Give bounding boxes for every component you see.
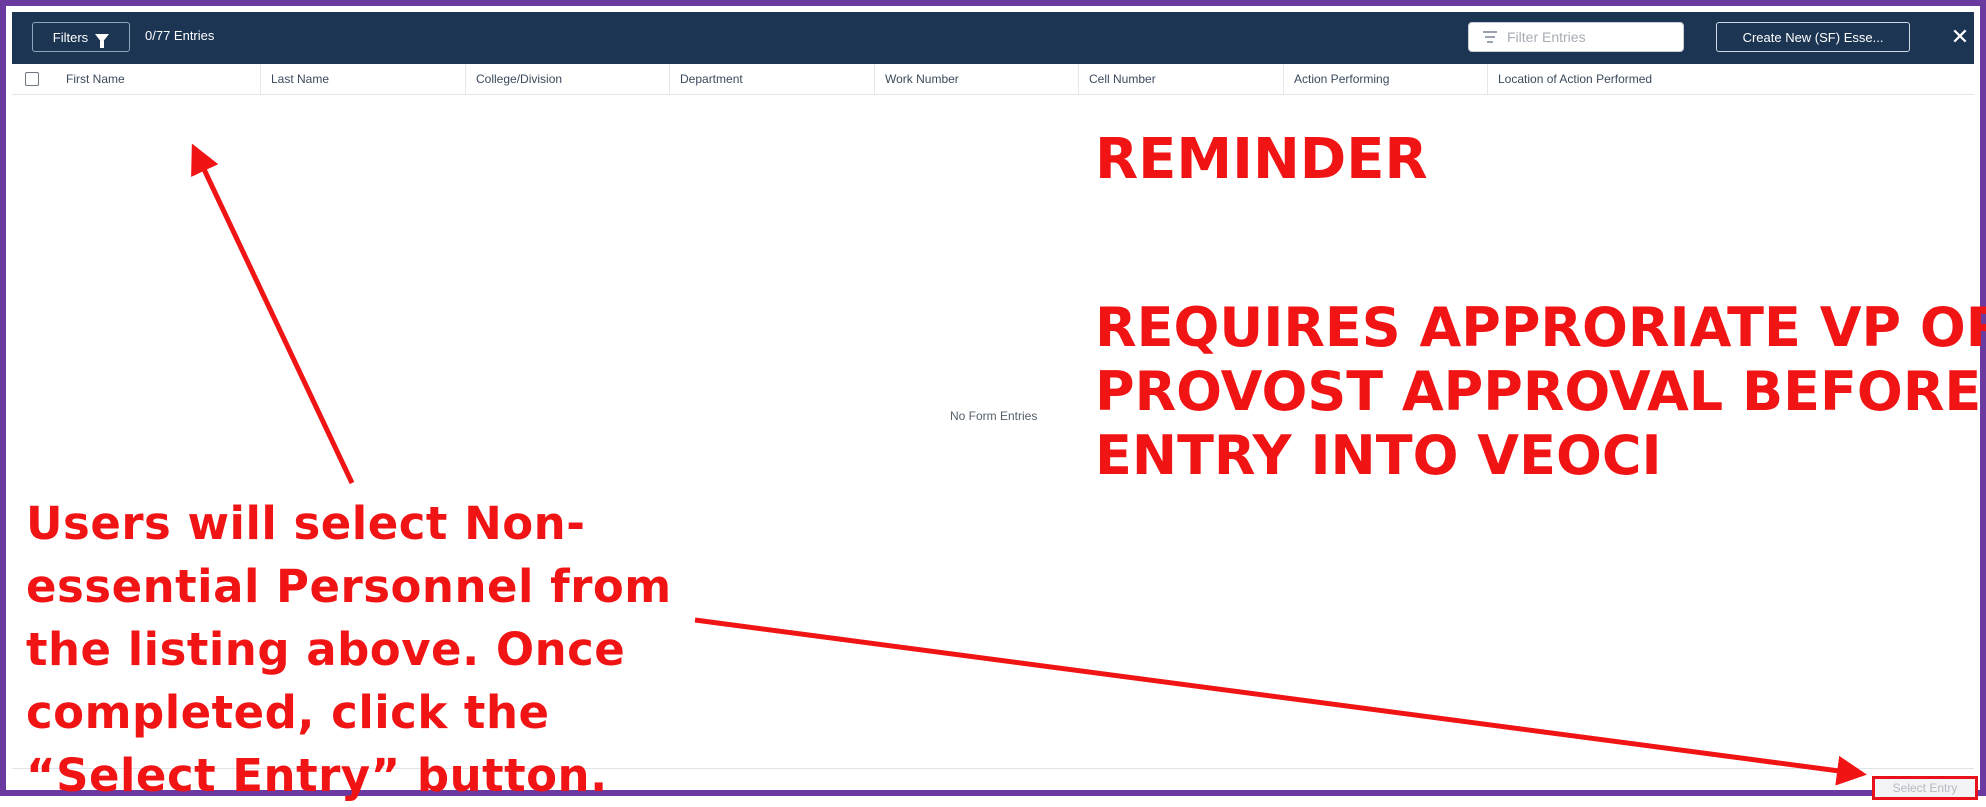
instruction-line: the listing above. Once [26, 623, 626, 676]
select-entry-button[interactable]: Select Entry [1872, 776, 1978, 800]
instruction-line: Users will select Non- [26, 497, 586, 550]
column-header-location-of-action[interactable]: Location of Action Performed [1487, 64, 1787, 94]
create-new-button[interactable]: Create New (SF) Esse... [1716, 22, 1910, 52]
column-header-last-name[interactable]: Last Name [260, 64, 465, 94]
column-header-first-name[interactable]: First Name [56, 64, 260, 94]
filter-lines-icon [1483, 31, 1497, 43]
filter-entries-field[interactable] [1468, 22, 1684, 52]
instruction-line: “Select Entry” button. [26, 749, 608, 802]
close-icon[interactable]: ✕ [1946, 22, 1974, 52]
column-header-action-performing[interactable]: Action Performing [1283, 64, 1487, 94]
filter-entries-input[interactable] [1505, 28, 1659, 46]
instruction-line: completed, click the [26, 686, 550, 739]
approval-line: ENTRY INTO VEOCI [1095, 424, 1662, 487]
column-header-work-number[interactable]: Work Number [874, 64, 1078, 94]
column-header-college-division[interactable]: College/Division [465, 64, 669, 94]
filters-button[interactable]: Filters [32, 22, 130, 52]
select-all-checkbox[interactable] [25, 72, 39, 86]
filters-label: Filters [52, 29, 89, 45]
instruction-line: essential Personnel from [26, 560, 672, 613]
column-header-cell-number[interactable]: Cell Number [1078, 64, 1283, 94]
table-header-row: First Name Last Name College/Division De… [12, 64, 1974, 95]
approval-line: REQUIRES APPRORIATE VP OR [1095, 296, 1986, 359]
column-header-department[interactable]: Department [669, 64, 874, 94]
toolbar: Filters 0/77 Entries Create New (SF) Ess… [12, 12, 1974, 64]
entries-count: 0/77 Entries [145, 28, 215, 43]
empty-table-message: No Form Entries [950, 409, 1038, 423]
instruction-note: Users will select Non- essential Personn… [26, 492, 672, 807]
approval-notice: REQUIRES APPRORIATE VP OR PROVOST APPROV… [1095, 296, 1986, 488]
reminder-heading: REMINDER [1095, 127, 1428, 192]
approval-line: PROVOST APPROVAL BEFORE [1095, 360, 1982, 423]
funnel-icon [95, 33, 110, 48]
